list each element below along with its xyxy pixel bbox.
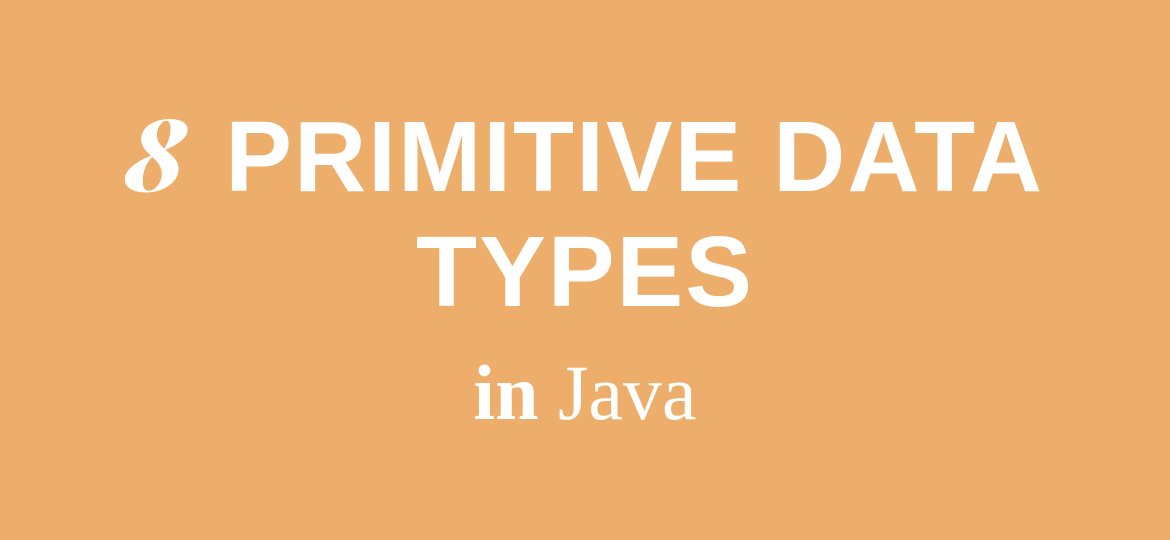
heading-number: 8	[126, 84, 188, 217]
heading-text-1: Primitive Data	[195, 101, 1044, 213]
heading-line-3: in Java	[0, 342, 1170, 443]
title-banner: 8 Primitive Data Types in Java	[0, 96, 1170, 443]
heading-in: in	[473, 349, 538, 436]
heading-line-2: Types	[0, 212, 1170, 332]
heading-java: Java	[538, 349, 696, 436]
heading-line-1: 8 Primitive Data	[0, 96, 1170, 212]
